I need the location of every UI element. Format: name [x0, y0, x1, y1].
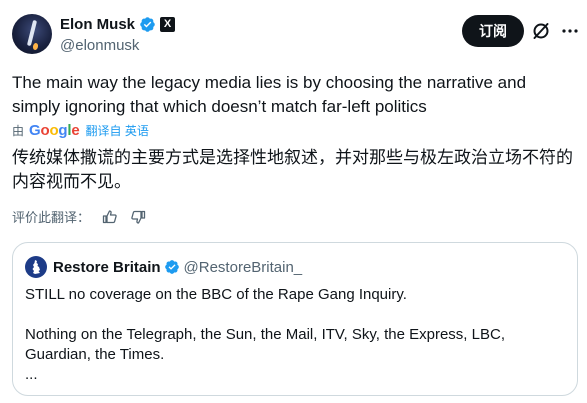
quoted-display-name: Restore Britain	[53, 258, 161, 276]
subscribe-button[interactable]: 订阅	[462, 15, 524, 47]
britain-map-icon	[32, 260, 40, 274]
thumbs-down-icon[interactable]	[130, 209, 146, 225]
thumbs-up-icon[interactable]	[102, 209, 118, 225]
quoted-avatar[interactable]	[25, 256, 47, 278]
more-icon[interactable]	[560, 21, 580, 41]
translated-from-link[interactable]: 翻译自 英语	[86, 122, 149, 139]
quoted-handle: @RestoreBritain_	[183, 258, 303, 276]
rocket-flame-shape	[32, 42, 39, 51]
quoted-tweet-header: Restore Britain @RestoreBritain_	[25, 256, 302, 278]
author-name-row: Elon Musk X	[60, 14, 176, 34]
avatar[interactable]	[12, 14, 52, 54]
author-display-name[interactable]: Elon Musk	[60, 16, 135, 33]
quoted-tweet-text: STILL no coverage on the BBC of the Rape…	[25, 286, 505, 383]
verified-badge-icon	[164, 260, 179, 274]
tweet-text: The main way the legacy media lies is by…	[12, 73, 527, 116]
tweet-header: Elon Musk X @elonmusk 订阅	[12, 12, 578, 58]
grok-slash-circle-icon[interactable]	[531, 21, 551, 41]
rate-translation-row: 评价此翻译：	[12, 207, 146, 226]
google-logo: Google	[29, 122, 80, 139]
verified-badge-icon	[140, 16, 155, 32]
x-affiliation-badge-icon: X	[160, 16, 176, 32]
author-info: Elon Musk X @elonmusk	[60, 14, 176, 54]
rate-translation-label: 评价此翻译：	[12, 210, 91, 225]
translated-by-label: 由	[12, 124, 25, 138]
author-handle[interactable]: @elonmusk	[60, 37, 175, 54]
translated-tweet-text: 传统媒体撒谎的主要方式是选择性地叙述，并对那些与极左政治立场不符的内容视而不见。	[12, 148, 573, 191]
quoted-tweet-card[interactable]: Restore Britain @RestoreBritain_ STILL n…	[12, 242, 578, 396]
translated-by-row: 由 Google 翻译自 英语	[12, 122, 149, 139]
